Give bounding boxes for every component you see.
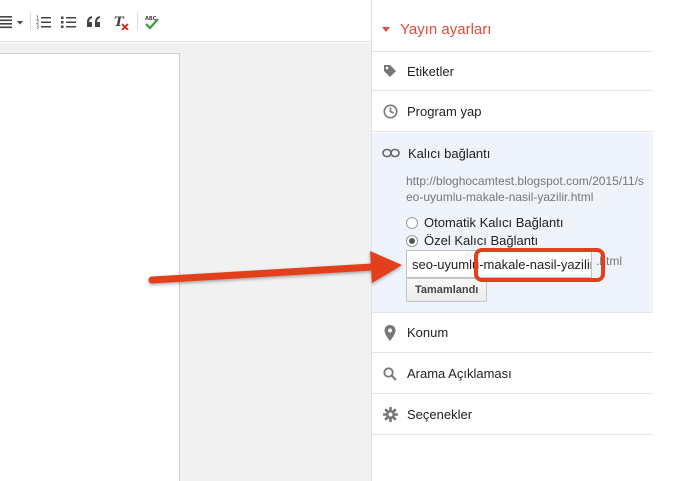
custom-permalink-label: Özel Kalıcı Bağlantı (424, 233, 539, 248)
svg-text:3: 3 (36, 25, 39, 30)
post-settings-title: Yayın ayarları (400, 20, 492, 38)
editor-toolbar: 1 2 3 T ABC (0, 0, 371, 42)
bulleted-list-icon[interactable] (60, 12, 78, 32)
search-icon (382, 366, 398, 382)
location-pin-icon (382, 324, 398, 341)
numbered-list-icon[interactable]: 1 2 3 (35, 12, 53, 32)
toolbar-separator (137, 12, 138, 30)
custom-permalink-option[interactable]: Özel Kalıcı Bağlantı (406, 233, 538, 248)
search-description-item[interactable]: Arama Açıklaması (372, 354, 653, 394)
auto-permalink-label: Otomatik Kalıcı Bağlantı (424, 215, 564, 230)
done-button[interactable]: Tamamlandı (406, 278, 488, 302)
options-item[interactable]: Seçenekler (372, 395, 653, 435)
gear-icon (382, 407, 398, 423)
spellcheck-icon[interactable]: ABC (143, 12, 161, 32)
remove-formatting-icon[interactable]: T (112, 12, 130, 32)
annotation-highlight-box (474, 248, 605, 282)
tag-icon (382, 63, 398, 79)
options-label: Seçenekler (407, 407, 473, 422)
caret-down-icon (382, 26, 390, 32)
post-settings-header[interactable]: Yayın ayarları (382, 18, 491, 40)
toolbar-separator (30, 12, 31, 30)
auto-permalink-radio[interactable] (406, 216, 418, 229)
post-settings-panel: Yayın ayarları Etiketler Program yap Kal… (371, 0, 693, 481)
schedule-label: Program yap (407, 104, 482, 119)
custom-permalink-radio[interactable] (406, 234, 418, 247)
permalink-section: Kalıcı bağlantı http://bloghocamtest.blo… (372, 133, 653, 313)
permalink-url: http://bloghocamtest.blogspot.com/2015/1… (406, 174, 644, 204)
location-item[interactable]: Konum (372, 313, 653, 353)
editor-page[interactable] (0, 53, 180, 481)
auto-permalink-option[interactable]: Otomatik Kalıcı Bağlantı (406, 215, 563, 230)
location-label: Konum (407, 325, 449, 340)
quote-icon[interactable] (85, 12, 103, 32)
permalink-header[interactable]: Kalıcı bağlantı (382, 145, 490, 161)
labels-label: Etiketler (407, 63, 454, 79)
link-icon (382, 145, 400, 161)
align-icon[interactable] (0, 12, 26, 32)
schedule-item[interactable]: Program yap (372, 92, 653, 132)
search-description-label: Arama Açıklaması (407, 366, 512, 381)
permalink-title: Kalıcı bağlantı (408, 145, 491, 161)
labels-item[interactable]: Etiketler (372, 51, 653, 91)
clock-icon (382, 104, 398, 120)
